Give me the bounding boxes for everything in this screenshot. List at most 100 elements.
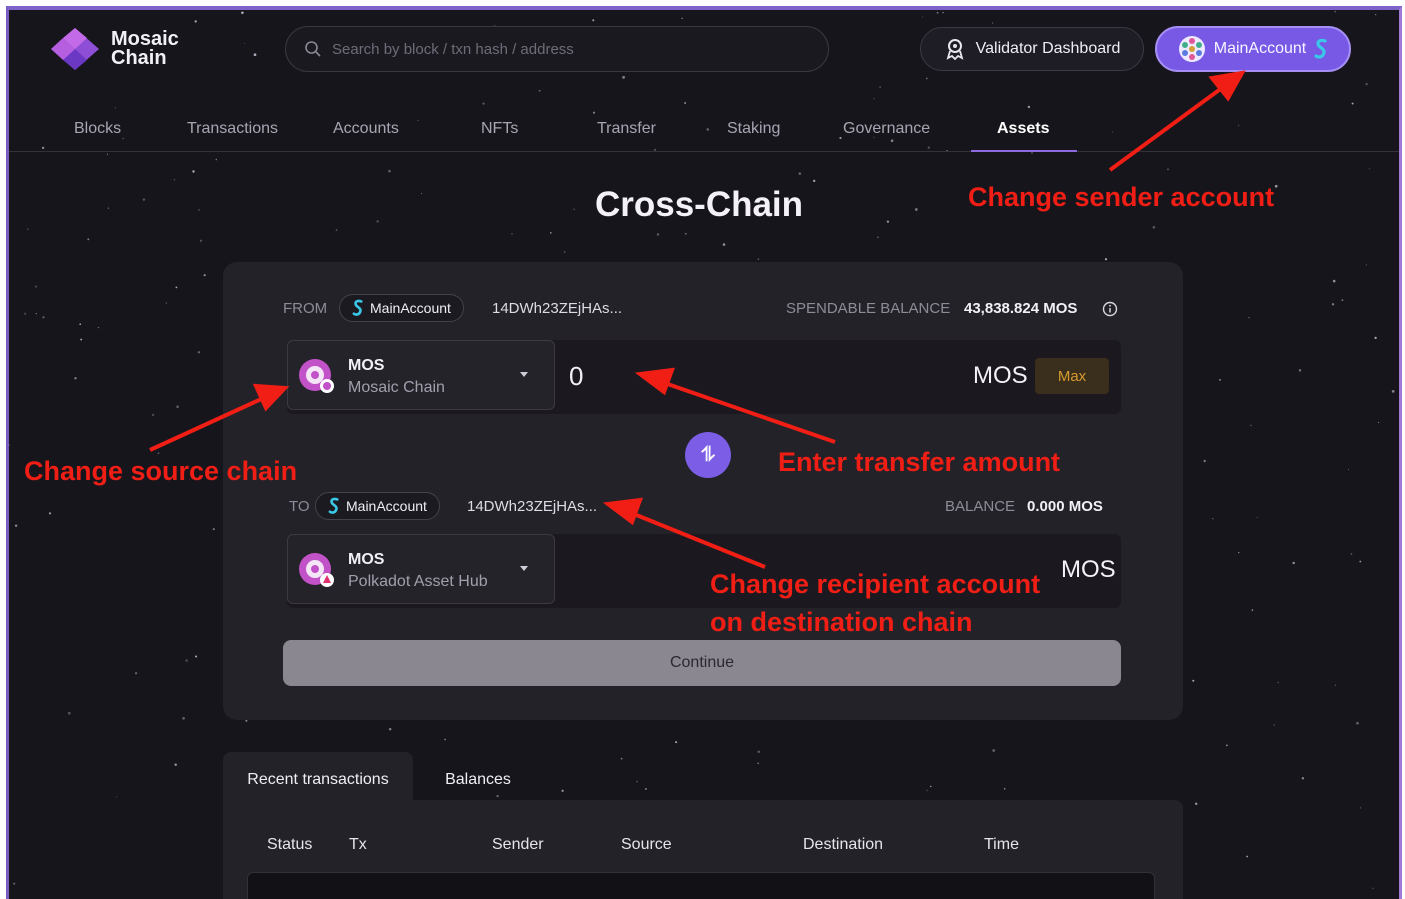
star xyxy=(1331,303,1335,306)
nav-transfer[interactable]: Transfer xyxy=(597,120,656,138)
star xyxy=(185,659,188,662)
from-label: FROM xyxy=(283,300,328,317)
star xyxy=(151,413,155,417)
star xyxy=(1332,279,1336,283)
star xyxy=(79,323,82,326)
validator-dashboard-button[interactable]: Validator Dashboard xyxy=(920,27,1144,71)
nav-staking[interactable]: Staking xyxy=(727,120,780,138)
star xyxy=(203,274,206,277)
cross-chain-card: FROM MainAccount 14DWh23ZEjHAs... SPENDA… xyxy=(223,262,1183,720)
star xyxy=(511,233,513,235)
info-icon[interactable] xyxy=(1102,301,1118,317)
nav-governance[interactable]: Governance xyxy=(843,120,930,138)
star xyxy=(388,727,392,731)
to-account-selector[interactable]: MainAccount xyxy=(315,492,440,520)
wallet-s-icon xyxy=(328,497,339,514)
star xyxy=(636,780,638,783)
star xyxy=(1368,168,1371,170)
table-body xyxy=(247,872,1155,899)
chevron-down-icon xyxy=(520,372,528,377)
nav-assets[interactable]: Assets xyxy=(997,120,1049,138)
wallet-s-icon xyxy=(1314,38,1327,59)
star xyxy=(622,76,625,79)
star xyxy=(175,286,178,289)
nav-active-indicator xyxy=(971,150,1077,152)
star xyxy=(757,750,761,754)
from-address: 14DWh23ZEjHAs... xyxy=(492,300,623,317)
star xyxy=(1027,105,1031,109)
account-selector-button[interactable]: MainAccount xyxy=(1155,26,1351,72)
star xyxy=(24,312,27,315)
spendable-balance-label: SPENDABLE BALANCE xyxy=(786,300,951,317)
star xyxy=(157,452,160,455)
star xyxy=(27,228,29,230)
star xyxy=(421,192,423,195)
star xyxy=(1251,609,1254,611)
star xyxy=(798,172,802,175)
mos-polkadot-token-icon xyxy=(299,553,334,587)
star xyxy=(1104,258,1108,261)
star xyxy=(182,716,185,720)
star xyxy=(215,158,218,161)
star xyxy=(9,444,11,447)
star xyxy=(1298,369,1302,372)
star xyxy=(388,169,391,173)
star xyxy=(550,232,552,234)
column-header-destination: Destination xyxy=(803,836,884,853)
search-bar[interactable] xyxy=(285,26,829,72)
star xyxy=(192,170,195,173)
main-nav: Blocks Transactions Accounts NFTs Transf… xyxy=(9,114,1399,152)
star xyxy=(67,711,71,715)
to-account-name: MainAccount xyxy=(346,498,427,514)
star xyxy=(74,377,77,380)
star xyxy=(106,153,109,155)
star xyxy=(873,98,875,100)
chevron-down-icon xyxy=(520,566,528,571)
star xyxy=(173,178,176,181)
mos-token-icon xyxy=(299,359,334,393)
from-account-selector[interactable]: MainAccount xyxy=(339,294,464,322)
search-input[interactable] xyxy=(332,40,812,58)
to-address: 14DWh23ZEjHAs... xyxy=(467,498,598,515)
swap-direction-button[interactable]: ⥮ xyxy=(685,432,731,478)
column-header-sender: Sender xyxy=(492,836,544,853)
star xyxy=(538,89,541,92)
star xyxy=(1192,679,1195,682)
nav-accounts[interactable]: Accounts xyxy=(333,120,399,138)
star xyxy=(592,19,595,22)
star xyxy=(644,787,647,791)
star xyxy=(1372,887,1374,890)
star xyxy=(165,302,167,304)
source-chain-selector[interactable]: MOS Mosaic Chain xyxy=(287,340,555,410)
column-header-status: Status xyxy=(267,836,313,853)
star xyxy=(14,524,18,527)
star xyxy=(42,316,45,319)
star xyxy=(1226,744,1228,747)
nav-transactions[interactable]: Transactions xyxy=(187,120,278,138)
star xyxy=(1031,152,1033,154)
star xyxy=(97,326,100,329)
star xyxy=(197,208,200,211)
destination-chain-selector[interactable]: MOS Polkadot Asset Hub xyxy=(287,534,555,604)
to-balance-label: BALANCE xyxy=(945,498,1016,515)
star xyxy=(879,86,881,88)
star xyxy=(757,762,759,765)
max-button[interactable]: Max xyxy=(1035,358,1109,394)
to-balance-value: 0.000 MOS xyxy=(1027,498,1103,515)
continue-button[interactable]: Continue xyxy=(283,640,1121,686)
source-token-symbol: MOS xyxy=(348,357,385,374)
logo[interactable]: Mosaic Chain xyxy=(49,26,211,72)
nav-blocks[interactable]: Blocks xyxy=(74,120,121,138)
account-name: MainAccount xyxy=(1213,40,1307,57)
column-header-time: Time xyxy=(984,836,1019,853)
nav-nfts[interactable]: NFTs xyxy=(481,120,518,138)
to-label: TO xyxy=(289,498,310,515)
search-icon xyxy=(305,41,321,57)
validator-badge-icon xyxy=(946,39,964,60)
star xyxy=(656,233,660,236)
transfer-amount-input[interactable] xyxy=(569,358,869,394)
annotation-amount: Enter transfer amount xyxy=(778,447,1061,477)
star xyxy=(142,198,146,201)
star xyxy=(675,741,678,744)
star xyxy=(376,220,379,223)
